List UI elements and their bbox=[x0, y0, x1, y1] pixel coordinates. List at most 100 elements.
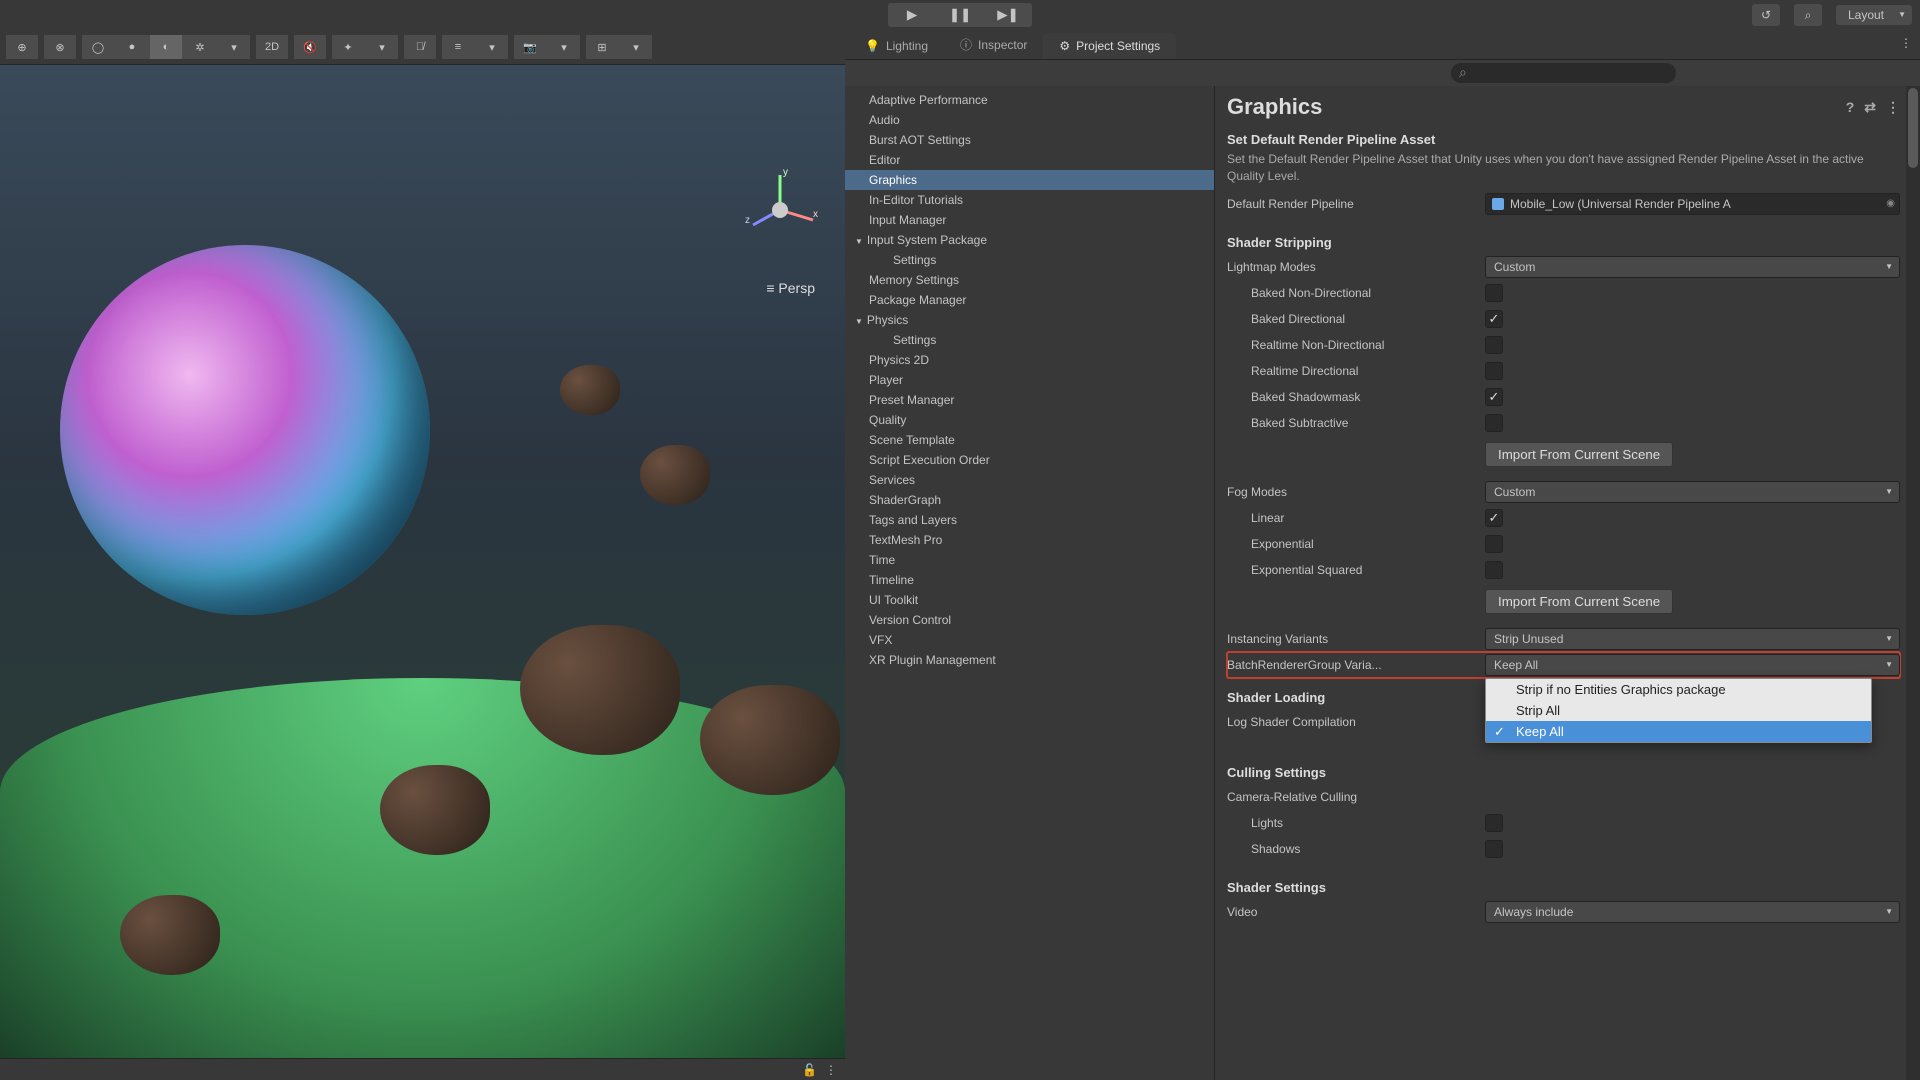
category-item[interactable]: In-Editor Tutorials bbox=[845, 190, 1214, 210]
tool-pivot[interactable]: ⊕ bbox=[6, 35, 38, 59]
step-button[interactable]: ▶❚ bbox=[984, 3, 1032, 27]
import-lightmap-button[interactable]: Import From Current Scene bbox=[1485, 442, 1673, 467]
category-item[interactable]: Package Manager bbox=[845, 290, 1214, 310]
camera-toggle[interactable]: 📷 bbox=[514, 35, 546, 59]
brg-option-strip-all[interactable]: Strip All bbox=[1486, 700, 1871, 721]
search-wrap bbox=[1451, 63, 1914, 83]
gizmo-toggle[interactable]: ⊞ bbox=[586, 35, 618, 59]
category-item[interactable]: Input Manager bbox=[845, 210, 1214, 230]
draw-shaded-wire[interactable]: ◐ bbox=[150, 35, 182, 59]
category-item[interactable]: Editor bbox=[845, 150, 1214, 170]
tab-lighting[interactable]: 💡Lighting bbox=[849, 33, 944, 59]
exponential-checkbox[interactable] bbox=[1485, 535, 1503, 553]
brg-option-strip-entities[interactable]: Strip if no Entities Graphics package bbox=[1486, 679, 1871, 700]
scene-foot-kebab[interactable]: ⋮ bbox=[825, 1063, 837, 1077]
category-item[interactable]: Scene Template bbox=[845, 430, 1214, 450]
draw-more[interactable]: ▾ bbox=[218, 35, 250, 59]
draw-wire[interactable]: ◯ bbox=[82, 35, 114, 59]
category-item[interactable]: UI Toolkit bbox=[845, 590, 1214, 610]
realtime-nd-checkbox[interactable] bbox=[1485, 336, 1503, 354]
linear-checkbox[interactable] bbox=[1485, 509, 1503, 527]
category-item[interactable]: Physics 2D bbox=[845, 350, 1214, 370]
category-item[interactable]: Physics bbox=[845, 310, 1214, 330]
shadows-checkbox[interactable] bbox=[1485, 840, 1503, 858]
scene-rock bbox=[380, 765, 490, 855]
audio-toggle[interactable]: 🔇 bbox=[294, 35, 326, 59]
lightmap-modes-dropdown[interactable]: Custom bbox=[1485, 256, 1900, 278]
baked-d-checkbox[interactable] bbox=[1485, 310, 1503, 328]
scene-rock bbox=[560, 365, 620, 415]
settings-search-input[interactable] bbox=[1451, 63, 1676, 83]
draw-debug[interactable]: ✲ bbox=[184, 35, 216, 59]
orientation-gizmo[interactable]: y x z bbox=[735, 165, 825, 255]
baked-nd-checkbox[interactable] bbox=[1485, 284, 1503, 302]
category-item[interactable]: Settings bbox=[845, 330, 1214, 350]
category-item[interactable]: XR Plugin Management bbox=[845, 650, 1214, 670]
scrollbar[interactable] bbox=[1906, 86, 1920, 1080]
exp-sq-checkbox[interactable] bbox=[1485, 561, 1503, 579]
camera-dd[interactable]: ▾ bbox=[548, 35, 580, 59]
fx-toggle[interactable]: ✦ bbox=[332, 35, 364, 59]
realtime-d-checkbox[interactable] bbox=[1485, 362, 1503, 380]
category-item[interactable]: Script Execution Order bbox=[845, 450, 1214, 470]
instancing-dropdown[interactable]: Strip Unused bbox=[1485, 628, 1900, 650]
tabs-kebab-icon[interactable]: ⋮ bbox=[1900, 36, 1912, 50]
lightmap-modes-label: Lightmap Modes bbox=[1227, 260, 1485, 274]
category-list[interactable]: Adaptive PerformanceAudioBurst AOT Setti… bbox=[845, 86, 1215, 1080]
default-rp-field[interactable]: Mobile_Low (Universal Render Pipeline A bbox=[1485, 193, 1900, 215]
layout-dropdown[interactable]: Layout bbox=[1836, 5, 1912, 25]
category-item[interactable]: Graphics bbox=[845, 170, 1214, 190]
category-item[interactable]: ShaderGraph bbox=[845, 490, 1214, 510]
brg-option-keep-all[interactable]: Keep All bbox=[1486, 721, 1871, 742]
baked-sm-checkbox[interactable] bbox=[1485, 388, 1503, 406]
tab-inspector[interactable]: ⓘInspector bbox=[944, 30, 1043, 59]
category-item[interactable]: Audio bbox=[845, 110, 1214, 130]
gizmo-dd[interactable]: ▾ bbox=[620, 35, 652, 59]
category-item[interactable]: Services bbox=[845, 470, 1214, 490]
lock-icon[interactable]: 🔓 bbox=[802, 1063, 817, 1077]
brg-dropdown[interactable]: Keep All bbox=[1485, 654, 1900, 676]
category-item[interactable]: Adaptive Performance bbox=[845, 90, 1214, 110]
scrollbar-thumb[interactable] bbox=[1908, 88, 1918, 168]
import-fog-button[interactable]: Import From Current Scene bbox=[1485, 589, 1673, 614]
baked-d-label: Baked Directional bbox=[1227, 312, 1485, 326]
tab-project-settings[interactable]: ⚙Project Settings bbox=[1043, 33, 1176, 59]
scene-viewport[interactable]: ≡ Persp y x z bbox=[0, 65, 845, 1058]
realtime-nd-label: Realtime Non-Directional bbox=[1227, 338, 1485, 352]
category-item[interactable]: TextMesh Pro bbox=[845, 530, 1214, 550]
layers-dd[interactable]: ▾ bbox=[476, 35, 508, 59]
preset-icon[interactable]: ⇄ bbox=[1864, 99, 1876, 116]
baked-sub-checkbox[interactable] bbox=[1485, 414, 1503, 432]
category-item[interactable]: Input System Package bbox=[845, 230, 1214, 250]
instancing-label: Instancing Variants bbox=[1227, 632, 1485, 646]
fog-modes-label: Fog Modes bbox=[1227, 485, 1485, 499]
play-button[interactable]: ▶ bbox=[888, 3, 936, 27]
category-item[interactable]: Player bbox=[845, 370, 1214, 390]
category-item[interactable]: Quality bbox=[845, 410, 1214, 430]
category-item[interactable]: Timeline bbox=[845, 570, 1214, 590]
mode-2d[interactable]: 2D bbox=[256, 35, 288, 59]
tool-local[interactable]: ⊗ bbox=[44, 35, 76, 59]
draw-shaded[interactable]: ● bbox=[116, 35, 148, 59]
undo-history-icon[interactable]: ↺ bbox=[1752, 4, 1780, 26]
help-icon[interactable]: ? bbox=[1846, 99, 1855, 116]
category-item[interactable]: Settings bbox=[845, 250, 1214, 270]
category-item[interactable]: Memory Settings bbox=[845, 270, 1214, 290]
lights-checkbox[interactable] bbox=[1485, 814, 1503, 832]
video-dropdown[interactable]: Always include bbox=[1485, 901, 1900, 923]
fog-modes-dropdown[interactable]: Custom bbox=[1485, 481, 1900, 503]
category-item[interactable]: Time bbox=[845, 550, 1214, 570]
category-item[interactable]: Tags and Layers bbox=[845, 510, 1214, 530]
category-item[interactable]: Burst AOT Settings bbox=[845, 130, 1214, 150]
pause-button[interactable]: ❚❚ bbox=[936, 3, 984, 27]
layers-toggle[interactable]: ≡ bbox=[442, 35, 474, 59]
category-item[interactable]: Preset Manager bbox=[845, 390, 1214, 410]
fx-dd[interactable]: ▾ bbox=[366, 35, 398, 59]
visibility-toggle[interactable]: 👁̸ bbox=[404, 35, 436, 59]
global-search-icon[interactable]: ⌕ bbox=[1794, 4, 1822, 26]
linear-label: Linear bbox=[1227, 511, 1485, 525]
category-item[interactable]: Version Control bbox=[845, 610, 1214, 630]
brg-dropdown-menu: Strip if no Entities Graphics package St… bbox=[1485, 678, 1872, 743]
category-item[interactable]: VFX bbox=[845, 630, 1214, 650]
detail-kebab-icon[interactable]: ⋮ bbox=[1886, 99, 1900, 116]
